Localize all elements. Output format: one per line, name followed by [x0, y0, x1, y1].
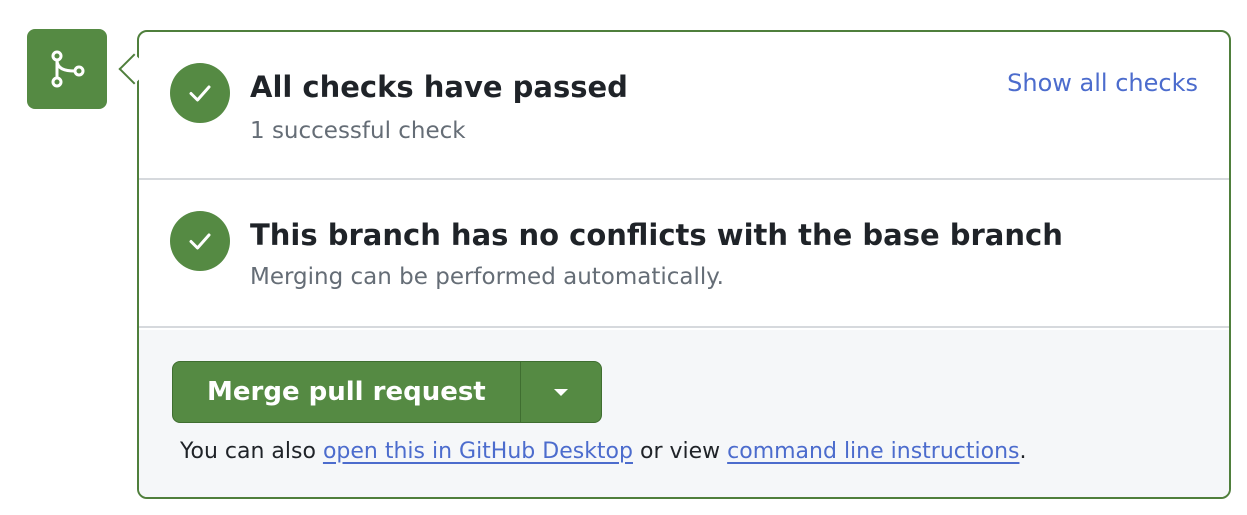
- checks-title: All checks have passed: [250, 70, 628, 104]
- checks-section: All checks have passed 1 successful chec…: [139, 32, 1229, 180]
- merge-pull-request-button[interactable]: Merge pull request: [173, 362, 521, 422]
- merge-section: Merge pull request You can also open thi…: [139, 330, 1229, 497]
- conflicts-subtitle: Merging can be performed automatically.: [250, 264, 724, 290]
- check-icon-graphic: [189, 85, 211, 102]
- github-desktop-link[interactable]: open this in GitHub Desktop: [323, 439, 633, 464]
- command-line-instructions-link[interactable]: command line instructions: [727, 439, 1019, 464]
- also-prefix-text: You can also: [180, 439, 323, 464]
- check-icon: [170, 63, 230, 123]
- merge-card: All checks have passed 1 successful chec…: [137, 30, 1231, 499]
- git-merge-icon: [27, 29, 107, 109]
- git-merge-icon-graphic: [51, 50, 85, 88]
- merge-method-dropdown-button[interactable]: [521, 362, 601, 422]
- caret-down-icon: [553, 388, 568, 396]
- merge-button-group: Merge pull request: [172, 361, 602, 423]
- check-icon-graphic: [189, 233, 211, 250]
- alternative-merge-text: You can also open this in GitHub Desktop…: [180, 439, 1026, 464]
- also-suffix-text: .: [1019, 439, 1027, 464]
- conflicts-title: This branch has no conflicts with the ba…: [250, 218, 1063, 252]
- check-icon: [170, 211, 230, 271]
- checks-subtitle: 1 successful check: [250, 118, 466, 144]
- merge-box: All checks have passed 1 successful chec…: [0, 0, 1247, 515]
- also-middle-text: or view: [632, 439, 728, 464]
- conflicts-section: This branch has no conflicts with the ba…: [139, 180, 1229, 328]
- show-all-checks-link[interactable]: Show all checks: [1007, 69, 1198, 97]
